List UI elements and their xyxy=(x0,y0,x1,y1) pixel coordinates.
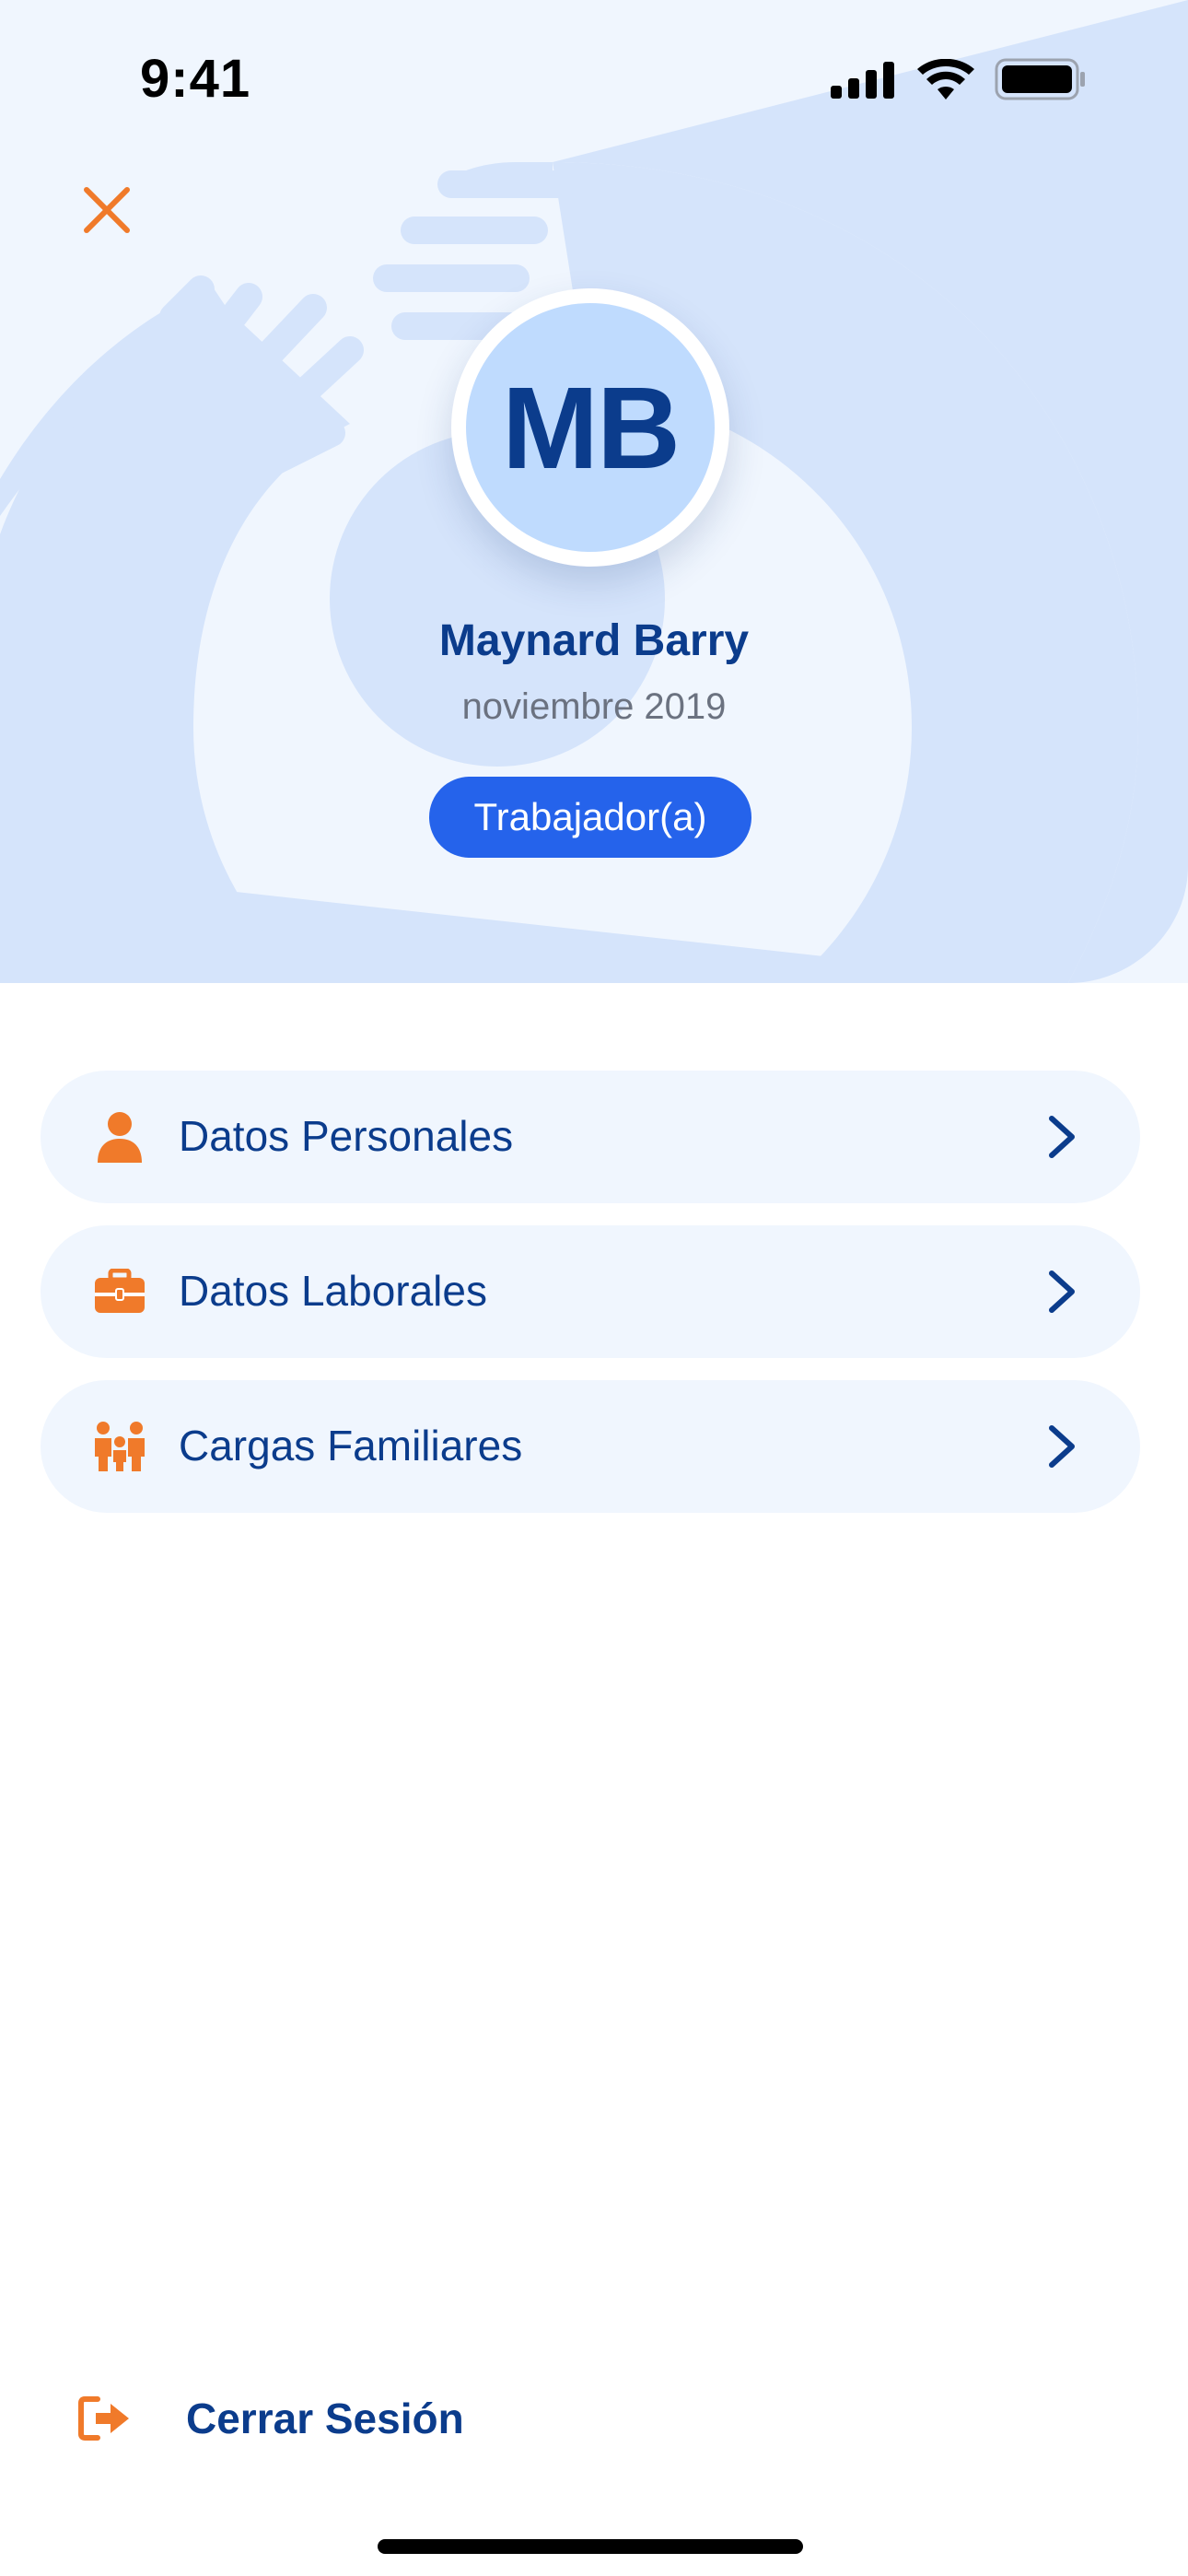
logout-icon xyxy=(78,2396,129,2441)
menu-item-datos-personales[interactable]: Datos Personales xyxy=(41,1071,1140,1203)
briefcase-icon xyxy=(92,1264,147,1319)
close-icon xyxy=(84,187,130,233)
menu-item-cargas-familiares[interactable]: Cargas Familiares xyxy=(41,1380,1140,1513)
profile-screen: 9:41 MB Maynard Barry noviembre 2019 Tra… xyxy=(0,0,1188,2576)
menu-item-datos-laborales[interactable]: Datos Laborales xyxy=(41,1225,1140,1358)
avatar-initials: MB xyxy=(466,303,715,552)
status-icons xyxy=(831,57,1087,101)
family-icon xyxy=(92,1419,147,1474)
avatar: MB xyxy=(451,288,729,567)
logout-button[interactable]: Cerrar Sesión xyxy=(77,2386,464,2451)
chevron-right-icon xyxy=(1049,1425,1075,1468)
person-icon xyxy=(92,1109,147,1165)
close-button[interactable] xyxy=(74,177,140,243)
battery-icon xyxy=(995,58,1085,100)
signal-icon xyxy=(831,62,894,99)
wifi-icon xyxy=(917,59,974,100)
chevron-right-icon xyxy=(1049,1116,1075,1158)
profile-menu: Datos Personales Datos Laborales Cargas … xyxy=(41,1071,1140,1535)
menu-item-label: Cargas Familiares xyxy=(179,1422,523,1469)
logout-label: Cerrar Sesión xyxy=(186,2395,464,2442)
menu-item-label: Datos Personales xyxy=(179,1112,514,1160)
status-bar: 9:41 xyxy=(0,0,1188,138)
user-name: Maynard Barry xyxy=(438,616,750,665)
chevron-right-icon xyxy=(1049,1270,1075,1313)
profile-header: 9:41 MB Maynard Barry noviembre 2019 Tra… xyxy=(0,0,1188,983)
home-indicator xyxy=(378,2539,803,2554)
menu-item-label: Datos Laborales xyxy=(179,1267,487,1315)
status-time: 9:41 xyxy=(140,49,251,109)
member-since-date: noviembre 2019 xyxy=(461,686,727,727)
role-badge: Trabajador(a) xyxy=(429,777,751,858)
